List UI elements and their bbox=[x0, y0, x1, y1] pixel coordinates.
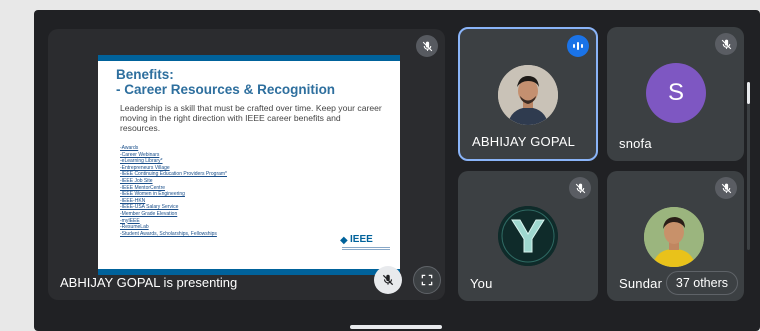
presentation-mute-button[interactable] bbox=[374, 266, 402, 294]
slide-title-line1: Benefits: bbox=[116, 67, 174, 82]
slide-body-text: Leadership is a skill that must be craft… bbox=[120, 103, 382, 133]
person-photo-icon bbox=[498, 65, 558, 125]
presenter-label: ABHIJAY GOPAL is presenting bbox=[60, 275, 238, 290]
slide-title: Benefits: - Career Resources & Recogniti… bbox=[116, 67, 396, 97]
mic-muted-badge bbox=[715, 33, 737, 55]
slide-link: -Member Grade Elevation bbox=[120, 210, 178, 217]
mic-off-icon bbox=[721, 39, 731, 49]
fullscreen-icon bbox=[421, 274, 433, 286]
slide-link: -Entrepreneurs Village bbox=[120, 164, 170, 171]
others-count-button[interactable]: 37 others bbox=[665, 271, 738, 295]
participant-name: You bbox=[470, 276, 493, 291]
home-indicator bbox=[350, 325, 442, 329]
mic-muted-badge bbox=[569, 177, 591, 199]
participant-tile-abhijay[interactable]: ABHIJAY GOPAL bbox=[458, 27, 598, 161]
slide-link: -myIEEE bbox=[120, 217, 140, 224]
slide-title-line2: - Career Resources & Recognition bbox=[116, 82, 336, 97]
meeting-screen: Benefits: - Career Resources & Recogniti… bbox=[34, 10, 760, 331]
slide-link: -IEEE-HKN bbox=[120, 197, 146, 204]
mic-off-icon bbox=[422, 41, 432, 51]
mic-off-icon bbox=[575, 183, 585, 193]
ieee-logo-tagline bbox=[342, 247, 390, 250]
mic-off-icon bbox=[721, 183, 731, 193]
slide-link: -Student Awards, Scholarships, Fellowshi… bbox=[120, 230, 217, 237]
presentation-mic-muted-badge bbox=[416, 35, 438, 57]
slide-link: -Career Webinars bbox=[120, 151, 160, 158]
participant-scrollbar[interactable] bbox=[747, 82, 750, 250]
mic-off-icon bbox=[382, 274, 394, 286]
participant-name: ABHIJAY GOPAL bbox=[472, 134, 576, 149]
person-photo-icon bbox=[644, 207, 704, 267]
presentation-tile[interactable]: Benefits: - Career Resources & Recogniti… bbox=[48, 29, 445, 300]
slide-link: -IEEE-USA Salary Service bbox=[120, 204, 179, 211]
slide-link: -IEEE MentorCentre bbox=[120, 184, 166, 191]
slide-link-list: -Awards -Career Webinars -eLearning Libr… bbox=[120, 145, 320, 237]
slide-top-bar bbox=[98, 55, 400, 61]
participant-tile-snofa[interactable]: S snofa bbox=[607, 27, 744, 161]
slide-link: -ResumeLab bbox=[120, 224, 149, 231]
participant-tile-sundar[interactable]: Sundar 37 others bbox=[607, 171, 744, 301]
participant-name: snofa bbox=[619, 136, 652, 151]
participant-name: Sundar bbox=[619, 276, 663, 291]
fullscreen-button[interactable] bbox=[413, 266, 441, 294]
slide-link: -IEEE Continuing Education Providers Pro… bbox=[120, 171, 227, 178]
avatar bbox=[498, 65, 558, 125]
ieee-logo: ◆ IEEE bbox=[340, 233, 392, 253]
shared-slide: Benefits: - Career Resources & Recogniti… bbox=[98, 55, 400, 275]
slide-link: -Awards bbox=[120, 145, 139, 151]
scrollbar-thumb[interactable] bbox=[747, 82, 750, 104]
slide-link: -IEEE Job Site bbox=[120, 177, 153, 184]
avatar-initial: S bbox=[646, 63, 706, 123]
avatar bbox=[498, 206, 558, 266]
ieee-logo-text: IEEE bbox=[350, 234, 373, 245]
slide-link: -IEEE Women in Engineering bbox=[120, 191, 185, 198]
ieee-diamond-icon: ◆ bbox=[340, 235, 348, 246]
avatar bbox=[644, 207, 704, 267]
mic-muted-badge bbox=[715, 177, 737, 199]
y-logo-icon bbox=[498, 206, 558, 266]
slide-link: -eLearning Library* bbox=[120, 158, 163, 165]
audio-level-icon bbox=[573, 42, 583, 50]
participant-tile-you[interactable]: You bbox=[458, 171, 598, 301]
speaking-indicator bbox=[567, 35, 589, 57]
